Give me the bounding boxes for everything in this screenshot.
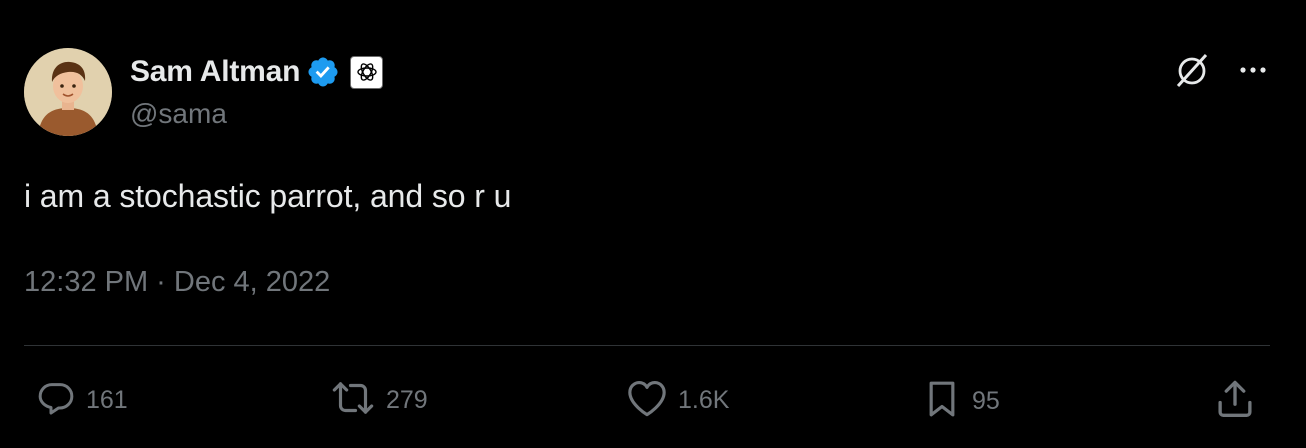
retweet-icon xyxy=(330,378,376,423)
bookmark-icon xyxy=(922,378,962,425)
avatar[interactable] xyxy=(24,48,112,136)
tweet-timestamp[interactable]: 12:32 PM · Dec 4, 2022 xyxy=(24,266,330,299)
reply-count: 161 xyxy=(86,386,128,414)
reply-icon xyxy=(36,378,76,423)
more-icon[interactable] xyxy=(1236,53,1270,87)
share-button[interactable] xyxy=(1214,378,1256,425)
tweet-card: Sam Altman @sama i am a stochastic parro… xyxy=(0,0,1306,448)
bookmark-count: 95 xyxy=(972,387,1000,415)
like-button[interactable]: 1.6K xyxy=(626,378,729,423)
openai-logo-icon[interactable] xyxy=(350,55,384,89)
top-actions xyxy=(1172,50,1270,90)
action-bar: 161 279 1.6K 95 xyxy=(0,370,1306,430)
like-count: 1.6K xyxy=(678,386,730,414)
author-handle[interactable]: @sama xyxy=(130,98,227,130)
grok-icon[interactable] xyxy=(1172,50,1212,90)
bookmark-button[interactable]: 95 xyxy=(922,378,1000,425)
retweet-count: 279 xyxy=(386,386,428,414)
verified-badge-icon[interactable] xyxy=(306,55,340,89)
divider xyxy=(24,345,1270,346)
retweet-button[interactable]: 279 xyxy=(330,378,428,423)
share-icon xyxy=(1214,378,1256,425)
heart-icon xyxy=(626,378,668,423)
author-display-name[interactable]: Sam Altman xyxy=(130,55,300,89)
tweet-text: i am a stochastic parrot, and so r u xyxy=(24,178,512,214)
author-name-row: Sam Altman xyxy=(130,52,384,92)
reply-button[interactable]: 161 xyxy=(36,378,128,423)
